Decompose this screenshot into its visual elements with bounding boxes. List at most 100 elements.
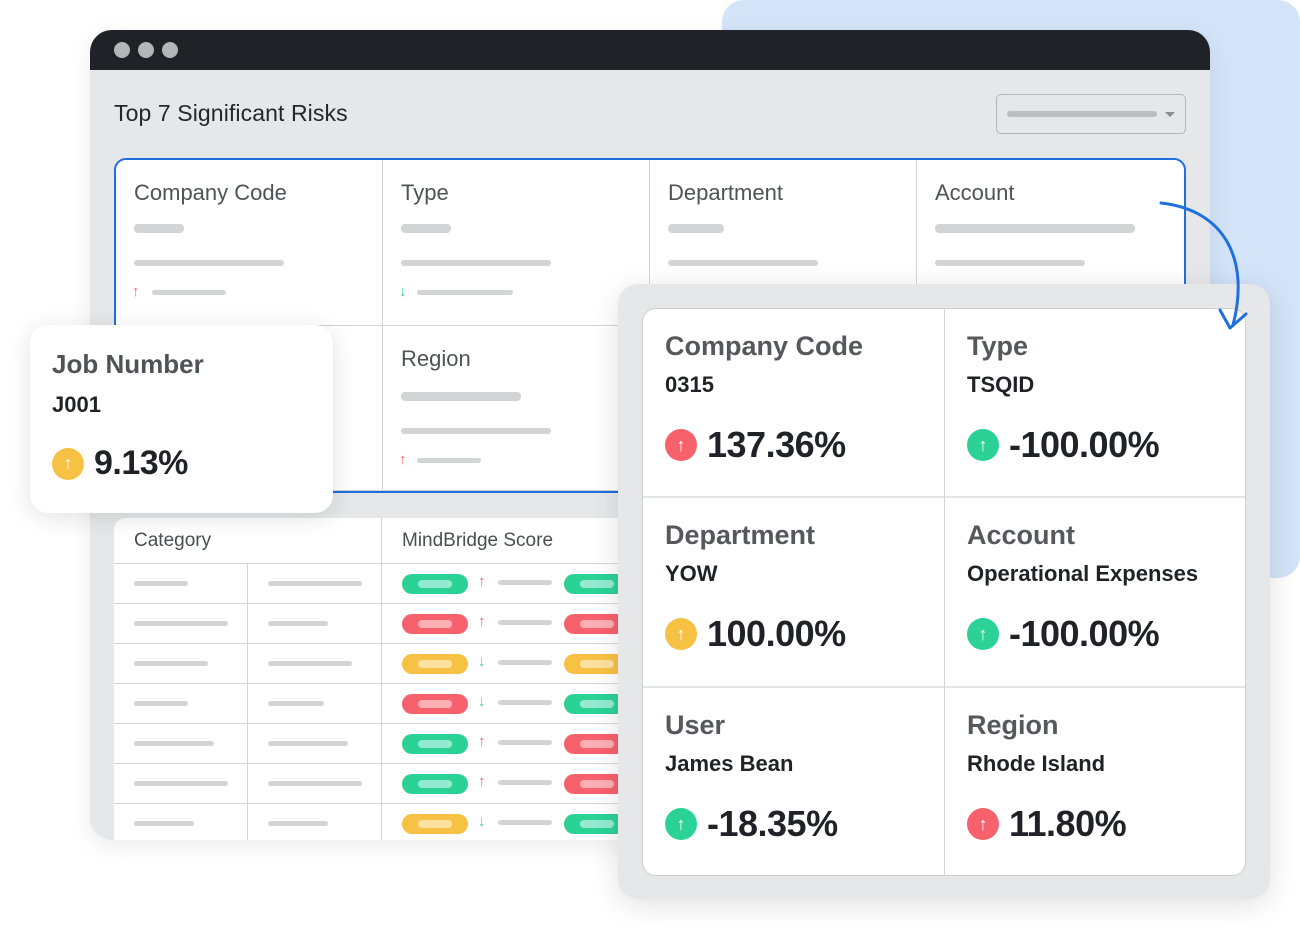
arrow-up-icon: ↑ <box>399 451 407 468</box>
placeholder-bar <box>668 260 818 266</box>
placeholder-bar <box>268 581 362 586</box>
table-cell <box>114 564 248 603</box>
detail-card-value: YOW <box>665 561 718 586</box>
arrow-down-icon: ↓ <box>399 283 407 300</box>
placeholder-bar <box>401 260 551 266</box>
placeholder-bar <box>498 820 552 825</box>
table-cell <box>248 604 382 643</box>
risk-card-label: Type <box>401 180 449 205</box>
detail-card[interactable]: User James Bean ↑ -18.35% <box>643 688 945 875</box>
detail-grid: Company Code 0315 ↑ 137.36% Type TSQID ↑ -100.0… <box>642 308 1246 876</box>
arrow-up-circle-icon: ↑ <box>665 618 697 650</box>
risk-card-label: Department <box>668 180 783 205</box>
chevron-down-icon <box>1165 112 1175 117</box>
arrow-down-icon: ↓ <box>478 813 486 830</box>
placeholder-bar <box>134 821 194 826</box>
arrow-up-circle-icon: ↑ <box>967 429 999 461</box>
arrow-up-icon: ↑ <box>478 733 486 750</box>
arrow-down-icon: ↓ <box>478 693 486 710</box>
placeholder-bar <box>134 661 208 666</box>
detail-card-metric: ↑ 11.80% <box>967 803 1225 845</box>
placeholder-bar <box>668 224 724 233</box>
arrow-up-circle-icon: ↑ <box>967 808 999 840</box>
placeholder-bar <box>498 660 552 665</box>
placeholder-bar <box>134 581 188 586</box>
table-cell <box>248 644 382 683</box>
risk-card-region[interactable]: Region ↑ <box>383 326 650 491</box>
detail-card-percent: -18.35% <box>707 803 838 844</box>
detail-card[interactable]: Account Operational Expenses ↑ -100.00% <box>945 498 1245 688</box>
detail-card-metric: ↑ -100.00% <box>967 424 1225 466</box>
placeholder-bar <box>401 224 451 233</box>
placeholder-bar <box>134 741 214 746</box>
risk-card-label: Account <box>935 180 1015 205</box>
placeholder-bar <box>268 781 362 786</box>
arrow-up-circle-icon: ↑ <box>52 447 84 480</box>
detail-card-metric: ↑ -18.35% <box>665 803 922 845</box>
window-control-close[interactable] <box>114 42 130 58</box>
placeholder-bar <box>268 821 328 826</box>
arrow-up-circle-icon: ↑ <box>665 429 697 461</box>
detail-card-label: Company Code <box>665 331 864 361</box>
table-cell <box>248 684 382 723</box>
table-cell <box>248 724 382 763</box>
table-cell <box>248 564 382 603</box>
placeholder-bar <box>498 580 552 585</box>
risk-card-company-code[interactable]: Company Code ↑ <box>116 160 383 326</box>
table-cell <box>114 684 248 723</box>
arrow-up-circle-icon: ↑ <box>665 808 697 840</box>
placeholder-bar <box>268 741 348 746</box>
arrow-up-icon: ↑ <box>478 573 486 590</box>
placeholder-bar <box>134 701 188 706</box>
score-pill <box>402 734 468 754</box>
detail-card-value: Rhode Island <box>967 751 1106 776</box>
job-card-metric: ↑ 9.13% <box>52 444 311 483</box>
detail-card[interactable]: Company Code 0315 ↑ 137.36% <box>643 309 945 498</box>
placeholder-bar <box>935 260 1085 266</box>
placeholder-bar <box>935 224 1135 233</box>
detail-card-percent: -100.00% <box>1009 613 1160 654</box>
placeholder-bar <box>401 392 521 401</box>
placeholder-bar <box>417 290 513 295</box>
column-header-category[interactable]: Category <box>114 518 382 563</box>
detail-card[interactable]: Region Rhode Island ↑ 11.80% <box>945 688 1245 875</box>
table-cell <box>114 644 248 683</box>
detail-card[interactable]: Department YOW ↑ 100.00% <box>643 498 945 688</box>
placeholder-bar <box>268 701 324 706</box>
detail-card-label: Account <box>967 520 1075 550</box>
job-card-percent: 9.13% <box>94 444 188 482</box>
placeholder-bar <box>134 224 184 233</box>
arrow-down-icon: ↓ <box>478 653 486 670</box>
table-cell <box>114 764 248 803</box>
job-number-card[interactable]: Job Number J001 ↑ 9.13% <box>30 325 333 513</box>
score-pill <box>402 614 468 634</box>
placeholder-bar <box>134 621 228 626</box>
table-cell <box>114 804 248 840</box>
placeholder-bar <box>401 428 551 434</box>
filter-dropdown[interactable] <box>996 94 1186 134</box>
detail-card-metric: ↑ -100.00% <box>967 613 1225 655</box>
window-control-maximize[interactable] <box>162 42 178 58</box>
detail-card-percent: 137.36% <box>707 424 846 465</box>
table-cell <box>114 604 248 643</box>
detail-card-value: 0315 <box>665 372 714 397</box>
placeholder-bar <box>152 290 226 295</box>
risk-card-type[interactable]: Type ↓ <box>383 160 650 326</box>
detail-card-percent: -100.00% <box>1009 424 1160 465</box>
page-title: Top 7 Significant Risks <box>114 100 348 126</box>
detail-card-value: Operational Expenses <box>967 561 1199 586</box>
detail-card-percent: 11.80% <box>1009 803 1127 844</box>
score-pill <box>402 694 468 714</box>
arrow-up-icon: ↑ <box>478 613 486 630</box>
table-cell <box>114 724 248 763</box>
detail-card[interactable]: Type TSQID ↑ -100.00% <box>945 309 1245 498</box>
placeholder-bar <box>268 661 352 666</box>
arrow-up-circle-icon: ↑ <box>967 618 999 650</box>
placeholder-bar <box>134 781 228 786</box>
detail-card-label: Type <box>967 331 1029 361</box>
arrow-up-icon: ↑ <box>478 773 486 790</box>
window-control-minimize[interactable] <box>138 42 154 58</box>
window-titlebar <box>90 30 1210 70</box>
arrow-up-icon: ↑ <box>132 283 140 300</box>
detail-card-metric: ↑ 100.00% <box>665 613 922 655</box>
